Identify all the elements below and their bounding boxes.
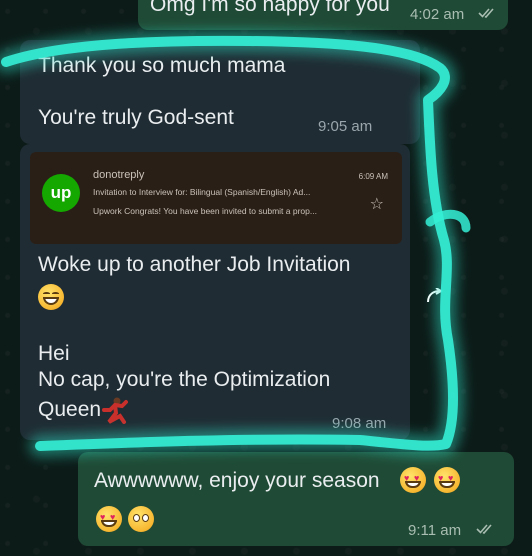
star-icon[interactable]: ☆	[370, 194, 384, 214]
message-text: Thank you so much mama	[38, 54, 286, 77]
message-time: 9:05 am	[318, 118, 373, 135]
message-time: 9:08 am	[332, 415, 387, 432]
double-check-icon	[476, 524, 492, 534]
heart-eyes-emoji-icon: ♥ ♥	[434, 467, 460, 493]
message-time: 9:11 am	[408, 522, 462, 539]
message-text: No cap, you're the Optimization	[38, 368, 331, 391]
email-time: 6:09 AM	[358, 172, 388, 181]
pleading-face-emoji-icon	[128, 506, 154, 532]
double-check-icon	[478, 8, 494, 18]
message-text: Omg I'm so happy for you	[150, 0, 390, 16]
message-text: Woke up to another Job Invitation	[38, 253, 351, 276]
grinning-face-emoji-icon	[38, 284, 64, 310]
email-preview-card[interactable]: up donotreply 6:09 AM Invitation to Inte…	[30, 152, 402, 244]
email-sender: donotreply	[93, 169, 145, 181]
upwork-logo: up	[42, 174, 80, 212]
message-text: Hei	[38, 342, 70, 365]
outgoing-message-bubble[interactable]: Omg I'm so happy for you 4:02 am	[138, 0, 508, 30]
message-text: Queen	[38, 398, 102, 421]
reply-arrow-icon[interactable]	[424, 288, 444, 304]
incoming-message-bubble[interactable]: Thank you so much mama You're truly God-…	[20, 40, 420, 144]
email-subject: Invitation to Interview for: Bilingual (…	[93, 187, 311, 197]
message-text: Awwwwww, enjoy your season	[94, 469, 380, 492]
email-snippet: Upwork Congrats! You have been invited t…	[93, 206, 317, 216]
message-text: You're truly God-sent	[38, 106, 234, 129]
dancer-emoji-icon	[102, 397, 128, 424]
outgoing-message-bubble[interactable]: Awwwwww, enjoy your season 9:11 am	[78, 452, 514, 546]
heart-eyes-emoji-icon: ♥ ♥	[96, 506, 122, 532]
heart-eyes-emoji-icon: ♥ ♥	[400, 467, 426, 493]
message-time: 4:02 am	[410, 6, 465, 23]
